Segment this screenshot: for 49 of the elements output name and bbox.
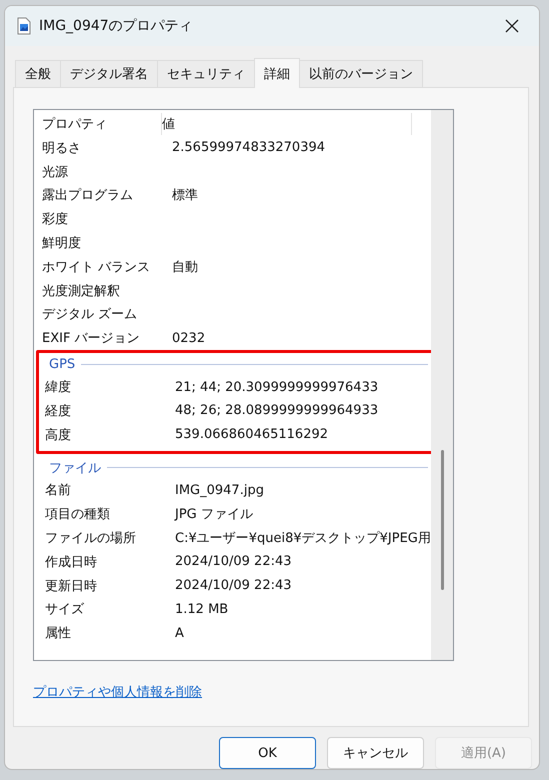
close-icon[interactable] — [505, 19, 519, 33]
property-name: 高度 — [45, 426, 72, 444]
property-value: 21; 44; 20.3099999999976433 — [175, 380, 380, 395]
property-value: 2.56599974833270394 — [172, 140, 326, 156]
property-value: 48; 26; 28.0899999999964933 — [175, 403, 380, 418]
scrollbar[interactable] — [431, 110, 453, 660]
window-title: IMG_0947のプロパティ — [39, 17, 194, 35]
property-value: 自動 — [172, 258, 199, 276]
property-name: 光源 — [42, 164, 69, 181]
property-name: EXIF バージョン — [42, 330, 141, 348]
column-header[interactable]: プロパティ — [42, 113, 162, 135]
remove-properties-link[interactable]: プロパティや個人情報を削除 — [33, 683, 202, 701]
tab[interactable]: 全般 — [15, 60, 61, 87]
property-value: 2024/10/09 22:43 — [175, 578, 293, 594]
property-name: 明るさ — [42, 140, 82, 157]
property-value: 標準 — [172, 187, 199, 204]
group-title: ファイル — [48, 460, 101, 477]
property-name: 項目の種類 — [45, 506, 111, 524]
dialog-button[interactable]: キャンセル — [327, 737, 424, 769]
property-name: サイズ — [45, 601, 85, 618]
property-name: 光度測定解釈 — [42, 282, 121, 300]
property-name: ホワイト バランス — [42, 258, 152, 276]
property-value: 0232 — [172, 330, 206, 346]
property-name: 作成日時 — [45, 554, 98, 571]
property-name: デジタル ズーム — [42, 306, 138, 324]
property-name: 彩度 — [42, 211, 69, 228]
property-name: ファイルの場所 — [45, 530, 137, 548]
property-name: 名前 — [45, 482, 72, 500]
property-name: 更新日時 — [45, 578, 98, 595]
property-value: 539.066860465116292 — [175, 427, 330, 442]
property-value: C:¥ユーザー¥quei8¥デスクトップ¥JPEG用 — [175, 530, 431, 548]
tab[interactable]: 以前のバージョン — [299, 60, 423, 87]
tab[interactable]: セキュリティ — [157, 60, 255, 87]
tab[interactable]: 詳細 — [254, 58, 300, 88]
column-header[interactable]: 値 — [162, 113, 412, 135]
property-value: 1.12 MB — [175, 602, 230, 617]
property-value: IMG_0947.jpg — [175, 482, 265, 498]
group-title: GPS — [48, 356, 76, 372]
property-name: 経度 — [45, 402, 72, 420]
property-name: 緯度 — [45, 379, 72, 396]
property-name: 露出プログラム — [42, 187, 134, 204]
property-value: JPG ファイル — [175, 506, 254, 524]
dialog-button[interactable]: OK — [219, 737, 316, 769]
property-value: A — [175, 626, 185, 641]
property-name: 属性 — [45, 625, 72, 642]
tab[interactable]: デジタル署名 — [60, 60, 158, 87]
property-value: 2024/10/09 22:43 — [175, 554, 293, 570]
image-file-icon — [17, 17, 31, 35]
property-name: 鮮明度 — [42, 235, 82, 252]
